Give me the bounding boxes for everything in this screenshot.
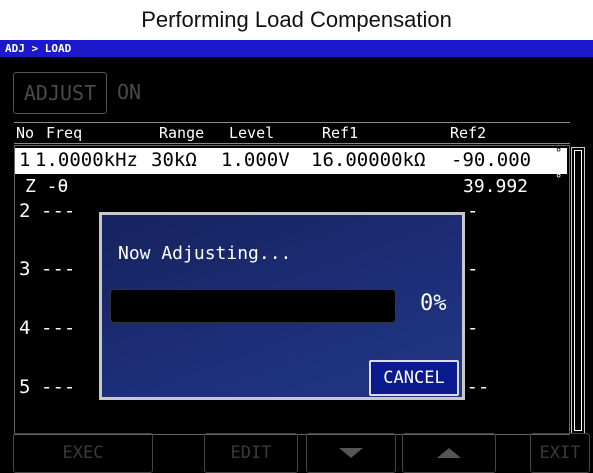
scrollbar[interactable] [571, 147, 585, 434]
row-ref1: 16.00000kΩ [311, 149, 426, 171]
cancel-button-label: CANCEL [383, 368, 445, 388]
z-theta-label: Z -θ [25, 176, 69, 197]
row-freq: --- [41, 376, 76, 398]
adjust-button[interactable]: ADJUST [13, 72, 107, 114]
row-no: 3 [19, 258, 31, 280]
progress-percent: 0% [420, 291, 447, 316]
col-ref2: Ref2 [450, 124, 487, 142]
scroll-down-button[interactable] [306, 433, 396, 473]
exec-button[interactable]: EXEC [13, 433, 153, 473]
col-range: Range [159, 124, 205, 142]
col-freq: Freq [46, 124, 83, 142]
exec-button-label: EXEC [62, 443, 104, 463]
col-level: Level [229, 124, 275, 142]
row-no: 5 [19, 376, 31, 398]
triangle-down-icon [339, 448, 363, 458]
exit-button-label: EXIT [539, 443, 581, 463]
col-no: No [16, 124, 35, 142]
edit-button[interactable]: EDIT [204, 433, 298, 473]
row-unit: ° [555, 146, 563, 160]
row-partial-dash: - [467, 317, 479, 339]
instrument-screen: ADJ > LOAD ADJUST ON No Freq Range Level… [0, 40, 593, 473]
row-freq: --- [41, 258, 76, 280]
row-no: 2 [19, 200, 31, 222]
col-ref1: Ref1 [322, 124, 359, 142]
row-freq: --- [41, 317, 76, 339]
adjusting-dialog: Now Adjusting... 0% CANCEL [99, 212, 465, 400]
z-theta-value: 39.992 [463, 176, 529, 197]
row-freq: --- [41, 200, 76, 222]
table-row-selected[interactable]: 1 1.0000kHz 30kΩ 1.000V 16.00000kΩ -90.0… [15, 146, 567, 174]
row-partial-dash: - [467, 258, 479, 280]
function-key-bar: EXEC EDIT EXIT [0, 433, 593, 473]
breadcrumb: ADJ > LOAD [0, 40, 593, 57]
row-level: 1.000V [221, 149, 290, 171]
z-theta-unit: ° [555, 172, 563, 186]
edit-button-label: EDIT [230, 443, 272, 463]
cancel-button[interactable]: CANCEL [369, 360, 459, 396]
progress-bar [110, 289, 396, 323]
row-no: 1 [19, 149, 31, 171]
scroll-up-button[interactable] [402, 433, 496, 473]
row-no: 4 [19, 317, 31, 339]
dialog-title: Now Adjusting... [118, 243, 292, 264]
exit-button[interactable]: EXIT [530, 433, 590, 473]
adjust-status: ON [117, 80, 142, 104]
triangle-up-icon [437, 448, 461, 458]
scrollbar-thumb[interactable] [574, 150, 582, 431]
row-range: 30kΩ [151, 149, 197, 171]
row-ref2: -90.000 [451, 149, 532, 171]
row-freq: 1.0000kHz [35, 149, 138, 171]
row-partial-dash: - [467, 200, 479, 222]
adjust-button-label: ADJUST [23, 81, 97, 105]
table-header: No Freq Range Level Ref1 Ref2 [14, 122, 570, 144]
figure-caption: Performing Load Compensation [141, 7, 452, 32]
